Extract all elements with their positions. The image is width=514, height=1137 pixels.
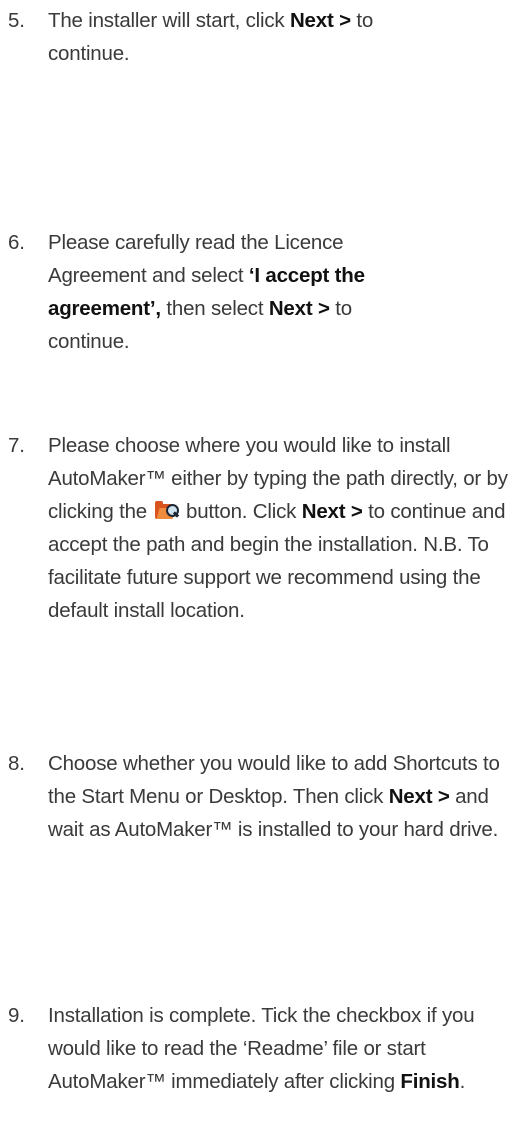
- next-label: Next >: [388, 785, 450, 808]
- step-number: 7.: [8, 434, 25, 457]
- folder-search-icon: [154, 501, 179, 520]
- step-number: 8.: [8, 752, 25, 775]
- step-text: The installer will start, click Next > t…: [48, 4, 454, 70]
- step-number: 5.: [8, 9, 25, 32]
- next-label: Next >: [289, 9, 351, 32]
- step-text: Choose whether you would like to add Sho…: [48, 747, 510, 846]
- next-label: Next >: [268, 297, 330, 320]
- text-segment: The installer will start, click: [48, 9, 290, 32]
- text-segment: then select: [160, 297, 269, 320]
- step-number: 6.: [8, 231, 25, 254]
- text-segment: .: [459, 1070, 466, 1093]
- finish-label: Finish: [400, 1070, 460, 1093]
- step-text: Please choose where you would like to in…: [48, 429, 510, 627]
- step-number: 9.: [8, 1004, 25, 1027]
- next-label: Next >: [301, 500, 363, 523]
- text-segment: button. Click: [180, 500, 302, 523]
- step-text: Please carefully read the Licence Agreem…: [48, 226, 419, 358]
- step-text: Installation is complete. Tick the check…: [48, 999, 510, 1098]
